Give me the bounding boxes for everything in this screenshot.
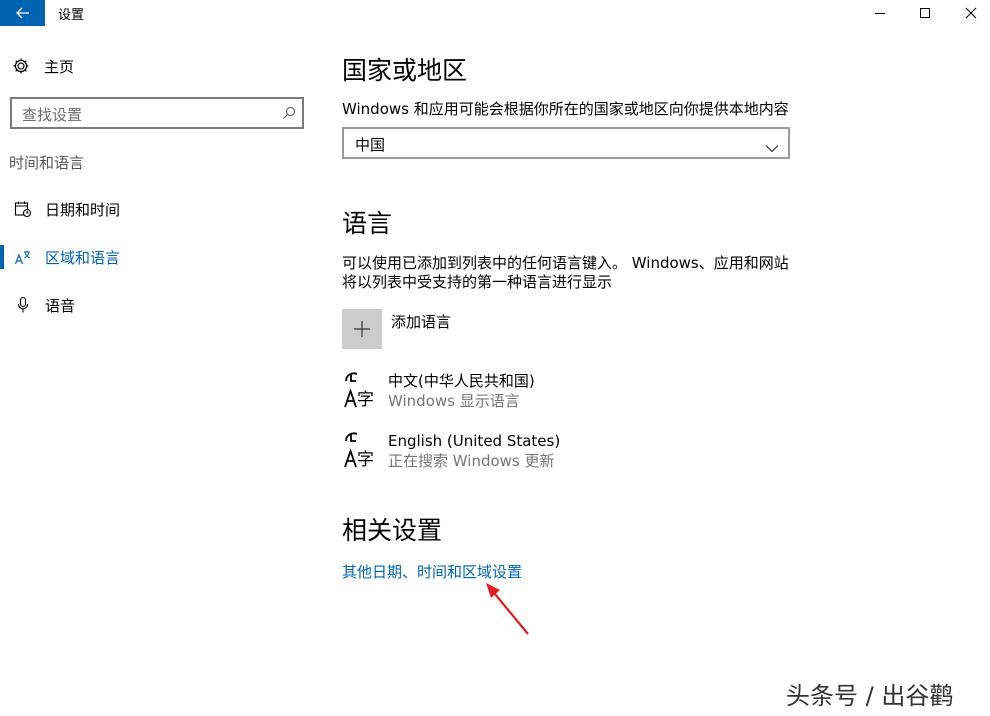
sidebar-item-speech[interactable]: 语音: [0, 289, 320, 321]
svg-text:字: 字: [357, 450, 374, 470]
chevron-down-icon: [765, 138, 779, 157]
language-icon: 字: [342, 431, 378, 471]
maximize-icon: [920, 8, 930, 18]
close-button[interactable]: [948, 0, 990, 26]
calendar-clock-icon: [14, 200, 32, 218]
search-placeholder: 查找设置: [22, 106, 83, 124]
search-icon[interactable]: [282, 105, 296, 124]
sidebar-item-label: 语音: [45, 297, 76, 315]
country-selected-value: 中国: [355, 136, 386, 154]
svg-text:字: 字: [357, 390, 374, 410]
language-heading: 语言: [342, 209, 393, 238]
sidebar-item-label: 日期和时间: [45, 201, 121, 219]
home-nav-item[interactable]: 主页: [12, 55, 74, 77]
add-language-button[interactable]: [342, 309, 382, 349]
close-icon: [965, 7, 977, 19]
search-box[interactable]: 查找设置: [10, 97, 304, 129]
region-language-icon: [14, 248, 32, 266]
title-bar: 设置: [0, 0, 990, 26]
annotation-arrow: [486, 583, 529, 635]
language-status: 正在搜索 Windows 更新: [388, 452, 555, 470]
maximize-button[interactable]: [902, 0, 948, 26]
sidebar-item-date-time[interactable]: 日期和时间: [0, 193, 320, 225]
home-label: 主页: [44, 57, 75, 76]
back-arrow-icon: [15, 7, 29, 19]
language-name: English (United States): [388, 432, 561, 450]
sidebar-item-label: 区域和语言: [45, 249, 121, 267]
add-language-label[interactable]: 添加语言: [391, 311, 451, 332]
language-name: 中文(中华人民共和国): [388, 372, 535, 390]
country-dropdown[interactable]: 中国: [342, 127, 790, 159]
related-settings-heading: 相关设置: [342, 516, 443, 545]
active-indicator: [0, 245, 4, 269]
microphone-icon: [14, 296, 32, 314]
minimize-button[interactable]: [857, 0, 903, 26]
gear-icon: [13, 58, 29, 74]
language-description-line2: 将以列表中受支持的第一种语言进行显示: [342, 273, 613, 291]
language-icon: 字: [342, 371, 378, 411]
region-heading: 国家或地区: [342, 56, 468, 85]
language-list-item[interactable]: 字 中文(中华人民共和国) Windows 显示语言: [342, 371, 792, 415]
language-list-item[interactable]: 字 English (United States) 正在搜索 Windows 更…: [342, 431, 792, 475]
watermark: 头条号 / 出谷鹳: [786, 682, 954, 710]
language-description-line1: 可以使用已添加到列表中的任何语言键入。 Windows、应用和网站: [342, 254, 789, 272]
sidebar-item-region-language[interactable]: 区域和语言: [0, 241, 320, 273]
region-description: Windows 和应用可能会根据你所在的国家或地区向你提供本地内容: [342, 100, 789, 118]
plus-icon: [354, 321, 370, 337]
language-status: Windows 显示语言: [388, 392, 520, 410]
minimize-icon: [875, 13, 885, 14]
window-title: 设置: [58, 8, 85, 23]
back-button[interactable]: [0, 0, 45, 26]
sidebar-section-label: 时间和语言: [9, 154, 85, 172]
